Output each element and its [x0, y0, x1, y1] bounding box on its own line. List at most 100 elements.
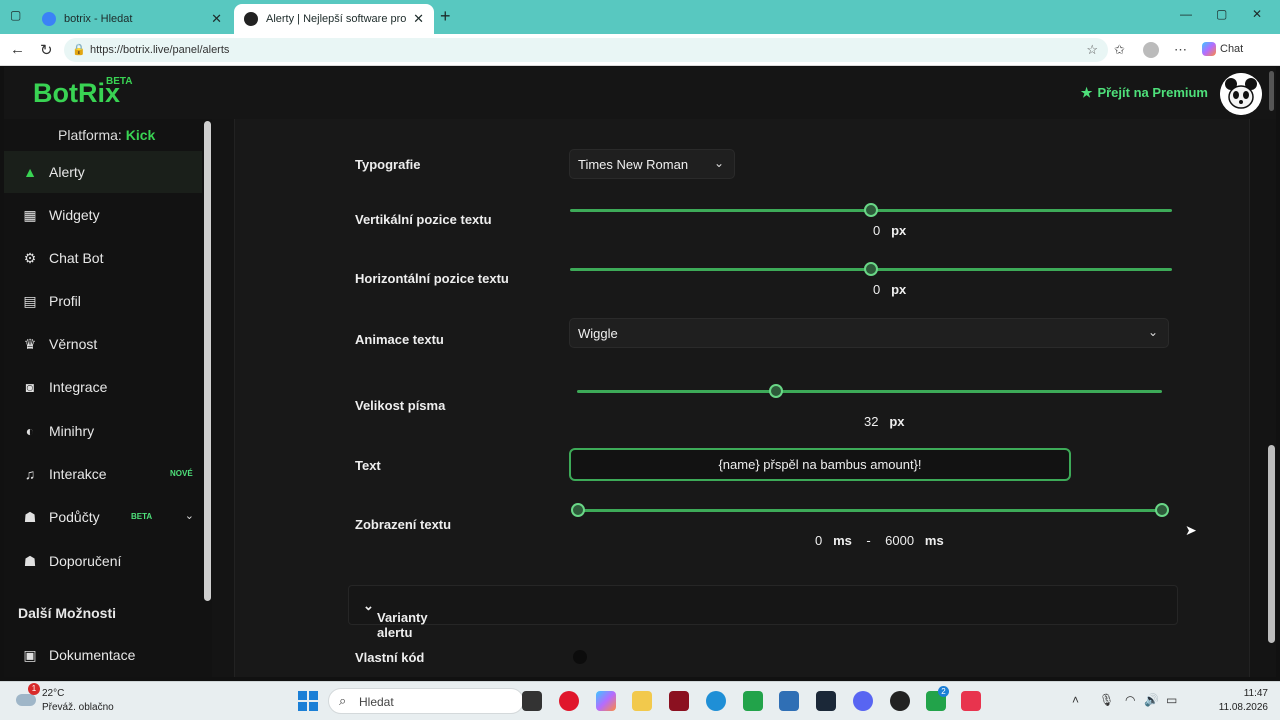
- robot-icon: ⚙: [23, 249, 37, 266]
- star-icon: ★: [1080, 85, 1093, 100]
- text-display-range-slider[interactable]: [577, 509, 1162, 512]
- microphone-icon[interactable]: 🎙: [1099, 693, 1114, 707]
- sidebar-item-referrals[interactable]: ☗ Doporučení: [4, 540, 202, 582]
- back-icon[interactable]: ←: [10, 41, 25, 58]
- sidebar-item-loyalty[interactable]: ♛ Věrnost: [4, 323, 202, 365]
- custom-code-toggle[interactable]: [573, 650, 587, 664]
- url-text: https://botrix.live/panel/alerts: [90, 44, 230, 56]
- task-view-icon[interactable]: [522, 691, 542, 711]
- browser-tabbar: ▢ botrix - Hledat ✕ Alerty | Nejlepší so…: [0, 0, 1280, 34]
- favorites-icon[interactable]: ✩: [1114, 42, 1125, 58]
- weather-condition: Převáž. oblačno: [42, 702, 114, 713]
- copilot-icon: [1202, 42, 1216, 56]
- maximize-icon[interactable]: ▢: [1216, 7, 1227, 21]
- avatar[interactable]: [1220, 73, 1262, 115]
- edge-icon[interactable]: [706, 691, 726, 711]
- chevron-down-icon[interactable]: ⌄: [185, 509, 194, 522]
- sidebar-item-profile[interactable]: ▤ Profil: [4, 280, 202, 322]
- volume-icon[interactable]: 🔊: [1144, 693, 1159, 707]
- battery-icon[interactable]: ▭: [1166, 693, 1177, 707]
- premium-button[interactable]: ★ Přejít na Premium: [1081, 85, 1208, 101]
- tab-title: Alerty | Nejlepší software pro vylep: [266, 13, 407, 25]
- obs-icon[interactable]: [890, 691, 910, 711]
- profile-icon[interactable]: [1143, 42, 1159, 58]
- tab-alerts[interactable]: Alerty | Nejlepší software pro vylep ✕: [234, 4, 434, 34]
- display-end-thumb[interactable]: [1155, 503, 1169, 517]
- bookmark-star-icon[interactable]: ☆: [1086, 42, 1098, 58]
- copilot-taskbar-icon[interactable]: [596, 691, 616, 711]
- tab-actions-icon[interactable]: ▢: [10, 8, 21, 22]
- unit-label: px: [891, 223, 907, 238]
- discord-icon[interactable]: [853, 691, 873, 711]
- display-min-value: 0: [815, 533, 823, 548]
- font-size-slider[interactable]: [577, 390, 1162, 393]
- sidebar-item-label: Věrnost: [49, 336, 98, 352]
- taskbar-search[interactable]: ⌕ Hledat: [328, 688, 524, 714]
- beta-badge: BETA: [131, 512, 153, 521]
- typography-select[interactable]: Times New Roman ⌄: [569, 149, 735, 179]
- logo-beta-badge: BETA: [106, 76, 133, 87]
- text-animation-select[interactable]: Wiggle ⌄: [569, 318, 1169, 348]
- page-scrollbar[interactable]: [1269, 71, 1274, 111]
- tray-chevron-icon[interactable]: ˄: [1072, 693, 1079, 707]
- font-size-slider-thumb[interactable]: [768, 384, 783, 398]
- sidebar-item-label: Integrace: [49, 379, 108, 395]
- sidebar-item-label: Widgety: [49, 207, 100, 223]
- sidebar: Platforma: Kick ▲ Alerty ▦ Widgety ⚙ Cha…: [4, 119, 212, 677]
- sidebar-item-label: Chat Bot: [49, 250, 104, 266]
- chevron-down-icon: ⌄: [1147, 325, 1158, 339]
- sidebar-item-widgets[interactable]: ▦ Widgety: [4, 194, 202, 236]
- address-bar[interactable]: 🔒 https://botrix.live/panel/alerts ☆: [64, 38, 1108, 62]
- unit-label: px: [891, 282, 907, 297]
- sidebar-item-chatbot[interactable]: ⚙ Chat Bot: [4, 237, 202, 279]
- alert-text-input[interactable]: {name} přspěl na bambus amount}!: [569, 448, 1071, 481]
- sidebar-item-interactions[interactable]: ♫ Interakce NOVÉ: [4, 453, 202, 495]
- sidebar-item-label: Alerty: [49, 164, 85, 180]
- new-tab-icon[interactable]: +: [440, 6, 451, 27]
- windows-start-icon[interactable]: [298, 691, 318, 711]
- sidebar-item-docs[interactable]: ▣ Dokumentace: [4, 634, 202, 676]
- unit-label: ms: [924, 533, 944, 548]
- site-info-icon[interactable]: 🔒: [72, 43, 86, 56]
- grid-icon: ▦: [23, 206, 37, 223]
- steam-icon[interactable]: [816, 691, 836, 711]
- unit-label: ms: [833, 533, 852, 548]
- clock[interactable]: 11:47 11.08.2026: [1219, 687, 1268, 715]
- close-tab-icon[interactable]: ✕: [211, 11, 222, 27]
- sidebar-item-minigames[interactable]: ◐ Minihry: [4, 410, 202, 452]
- sidebar-item-alerts[interactable]: ▲ Alerty: [4, 151, 202, 193]
- opera-icon[interactable]: [559, 691, 579, 711]
- text-label: Text: [355, 458, 381, 473]
- warning-icon: ▲: [23, 164, 37, 180]
- sidebar-item-subaccounts[interactable]: ☗ Podůčty BETA ⌄: [4, 496, 202, 538]
- file-explorer-icon[interactable]: [632, 691, 652, 711]
- sidebar-item-integrations[interactable]: ◙ Integrace: [4, 366, 202, 408]
- close-tab-icon[interactable]: ✕: [413, 11, 424, 27]
- tab-search[interactable]: botrix - Hledat ✕: [32, 4, 232, 34]
- display-start-thumb[interactable]: [571, 503, 585, 517]
- sidebar-item-label: Podůčty: [49, 509, 100, 525]
- typography-value: Times New Roman: [578, 156, 689, 172]
- store-icon[interactable]: [779, 691, 799, 711]
- tiktok-icon[interactable]: [961, 691, 981, 711]
- font-size-readout: 32 px: [864, 414, 904, 429]
- premium-label: Přejít na Premium: [1097, 85, 1208, 100]
- content-scrollbar[interactable]: [1268, 445, 1275, 643]
- horizontal-position-slider-thumb[interactable]: [864, 262, 878, 276]
- copilot-chat-button[interactable]: Chat: [1202, 42, 1243, 56]
- alert-variants-accordion[interactable]: ⌄ Varianty alertu: [348, 585, 1178, 640]
- sidebar-item-label: Profil: [49, 293, 81, 309]
- reload-icon[interactable]: ↻: [40, 41, 53, 59]
- menu-icon[interactable]: ⋯: [1174, 42, 1187, 58]
- close-window-icon[interactable]: ✕: [1252, 7, 1262, 21]
- xbox-icon[interactable]: [743, 691, 763, 711]
- app-icon[interactable]: [669, 691, 689, 711]
- sidebar-scrollbar[interactable]: [204, 121, 211, 601]
- wifi-icon[interactable]: ◠: [1125, 693, 1135, 707]
- vertical-position-label: Vertikální pozice textu: [355, 212, 492, 227]
- minimize-icon[interactable]: —: [1180, 7, 1192, 21]
- tab-title: botrix - Hledat: [64, 13, 133, 25]
- vertical-position-slider-thumb[interactable]: [864, 203, 878, 217]
- cloud-icon: [16, 694, 36, 706]
- sidebar-item-label: Minihry: [49, 423, 95, 439]
